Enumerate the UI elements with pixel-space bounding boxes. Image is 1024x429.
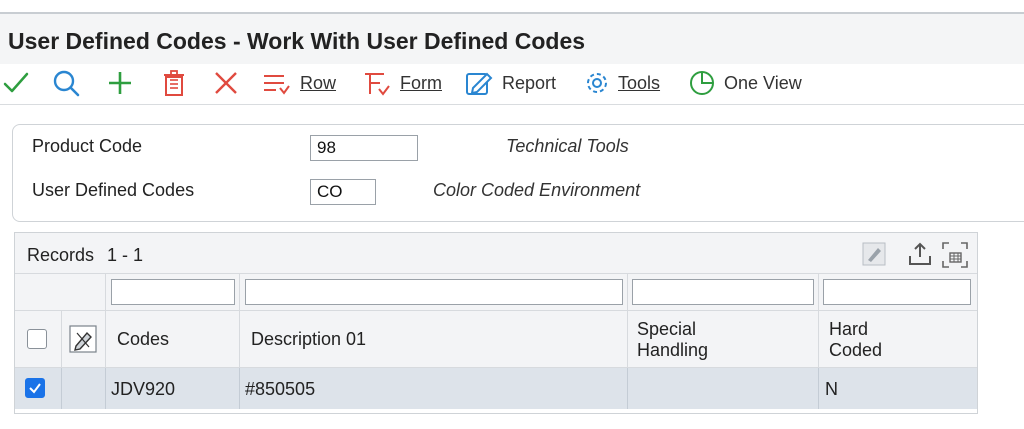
pie-chart-icon	[690, 71, 714, 95]
table-row[interactable]: JDV920 #850505 N	[15, 368, 977, 409]
codes-cell: JDV920	[111, 379, 176, 399]
records-bar: Records 1 - 1	[15, 233, 977, 274]
row-menu-button[interactable]: Row	[262, 64, 336, 102]
toolbar: Row Form Report Tools One View	[0, 64, 1024, 105]
grid-edit-icon[interactable]	[861, 241, 887, 267]
row-select-checkbox[interactable]	[25, 378, 45, 398]
row-exit-icon	[264, 75, 290, 95]
form-exit-icon	[365, 73, 390, 96]
hard-coded-cell: N	[825, 379, 838, 399]
hard-coded-header-line1: Hard	[829, 319, 869, 339]
column-header-row: Codes Description 01 Special Handling Ha…	[15, 311, 977, 368]
special-handling-header-line2: Handling	[637, 340, 709, 360]
results-grid: Records 1 - 1 Codes Description 01 Speci…	[14, 232, 978, 414]
row-menu-label-text: Row	[300, 72, 337, 93]
form-menu-label: Form	[400, 73, 442, 94]
checkmark-icon	[3, 72, 29, 93]
column-divider	[627, 368, 628, 409]
column-divider	[818, 368, 819, 409]
hard-coded-column-header[interactable]: Hard Coded	[829, 319, 882, 361]
row-edit-icon[interactable]	[69, 325, 97, 353]
special-handling-header-line1: Special	[637, 319, 697, 339]
special-handling-filter-input[interactable]	[632, 279, 814, 305]
column-divider	[239, 368, 240, 409]
delete-button[interactable]	[160, 64, 188, 102]
form-menu-label-text: Form	[400, 72, 442, 93]
report-icon	[466, 72, 493, 95]
maximize-grid-icon[interactable]	[941, 241, 969, 269]
report-menu-label: Report	[502, 72, 557, 93]
one-view-button[interactable]: One View	[688, 64, 802, 102]
search-icon	[53, 70, 80, 97]
tools-menu-label: Tools	[618, 73, 660, 94]
row-menu-label: Row	[300, 73, 336, 94]
product-code-input[interactable]	[310, 135, 418, 161]
product-code-description: Technical Tools	[506, 136, 629, 156]
udc-label: User Defined Codes	[32, 180, 195, 200]
gear-icon	[587, 73, 607, 93]
qbe-filter-row	[15, 274, 977, 311]
codes-column-header[interactable]: Codes	[117, 329, 169, 350]
description-filter-input[interactable]	[245, 279, 623, 305]
udc-description: Color Coded Environment	[433, 180, 641, 200]
description-column-header[interactable]: Description 01	[251, 329, 366, 350]
description-cell: #850505	[245, 379, 316, 399]
column-divider	[61, 368, 62, 409]
add-button[interactable]	[106, 64, 134, 102]
special-handling-column-header[interactable]: Special Handling	[637, 319, 708, 361]
records-range: 1 - 1	[107, 245, 144, 265]
udc-input[interactable]	[310, 179, 376, 205]
export-icon[interactable]	[907, 241, 933, 267]
codes-filter-input[interactable]	[111, 279, 235, 305]
report-menu-button[interactable]: Report	[464, 64, 556, 102]
find-button[interactable]	[52, 64, 80, 102]
ok-button[interactable]	[2, 64, 30, 102]
tools-menu-button[interactable]: Tools	[584, 64, 660, 102]
column-divider	[105, 368, 106, 409]
plus-icon	[109, 72, 131, 94]
product-code-label: Product Code	[32, 136, 143, 156]
form-menu-button[interactable]: Form	[362, 64, 442, 102]
records-label: Records	[27, 245, 95, 265]
close-icon	[215, 72, 237, 94]
trash-icon	[164, 70, 184, 96]
tools-menu-label-text: Tools	[618, 72, 661, 93]
hard-coded-filter-input[interactable]	[823, 279, 971, 305]
select-all-checkbox[interactable]	[27, 329, 47, 349]
close-button[interactable]	[212, 64, 240, 102]
hard-coded-header-line2: Coded	[829, 340, 883, 360]
page-title: User Defined Codes - Work With User Defi…	[8, 28, 586, 54]
one-view-label: One View	[724, 72, 802, 93]
checkmark-icon	[29, 383, 41, 394]
